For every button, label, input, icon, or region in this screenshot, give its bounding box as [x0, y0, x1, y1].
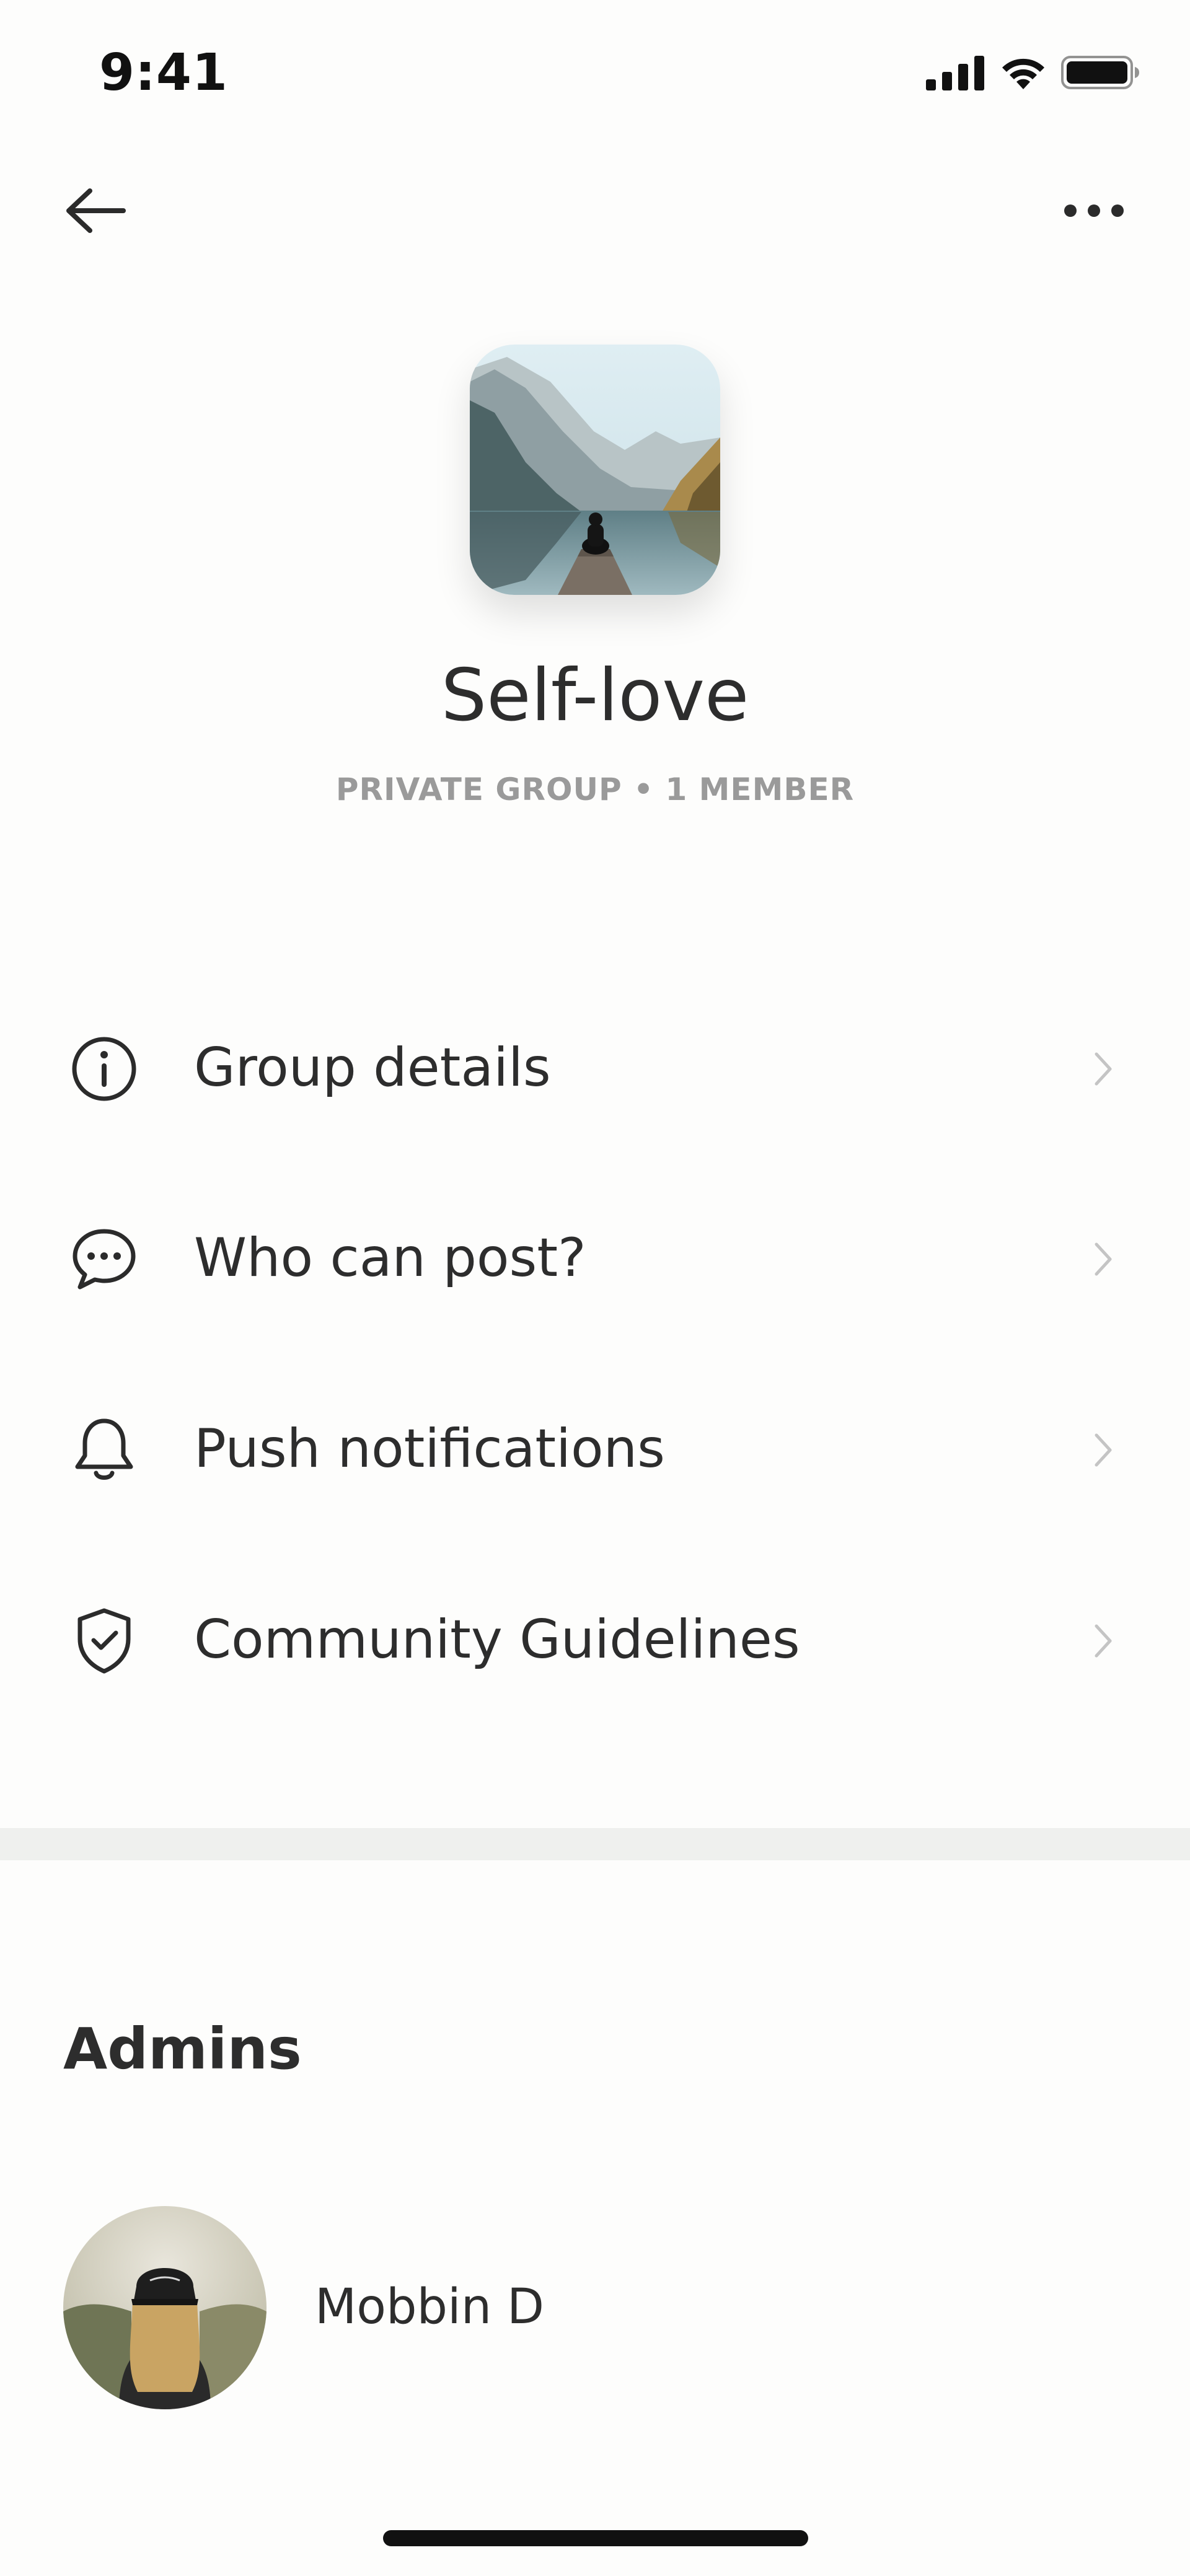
more-horizontal-icon — [1064, 204, 1124, 217]
admins-heading: Admins — [63, 2016, 302, 2082]
menu-item-label: Community Guidelines — [194, 1609, 800, 1671]
admin-list-item[interactable]: Mobbin D — [0, 2206, 1190, 2411]
status-time: 9:41 — [99, 43, 228, 102]
admin-name: Mobbin D — [315, 2279, 545, 2335]
menu-item-push-notifications[interactable]: Push notifications — [0, 1357, 1190, 1543]
chevron-right-icon — [1085, 1044, 1122, 1094]
group-cover-image — [470, 345, 720, 595]
bell-icon — [67, 1413, 141, 1487]
group-title: Self-love — [441, 654, 749, 737]
chat-bubble-icon — [67, 1222, 141, 1296]
section-divider — [0, 1828, 1190, 1860]
home-indicator[interactable] — [383, 2530, 808, 2546]
menu-item-label: Push notifications — [194, 1418, 665, 1480]
menu-item-community-guidelines[interactable]: Community Guidelines — [0, 1548, 1190, 1734]
shield-check-icon — [67, 1604, 141, 1678]
chevron-right-icon — [1085, 1234, 1122, 1284]
status-icons — [926, 55, 1140, 90]
chevron-right-icon — [1085, 1616, 1122, 1666]
menu-item-label: Group details — [194, 1037, 551, 1099]
back-button[interactable] — [59, 177, 133, 245]
menu-item-who-can-post[interactable]: Who can post? — [0, 1166, 1190, 1352]
more-options-button[interactable] — [1057, 180, 1131, 242]
battery-icon — [1061, 56, 1139, 89]
avatar — [63, 2206, 267, 2409]
chevron-right-icon — [1085, 1425, 1122, 1475]
info-icon — [67, 1032, 141, 1106]
arrow-left-icon — [66, 188, 126, 233]
menu-item-group-details[interactable]: Group details — [0, 976, 1190, 1162]
menu-item-label: Who can post? — [194, 1227, 586, 1289]
wifi-icon — [1002, 58, 1044, 89]
group-subtitle: PRIVATE GROUP • 1 MEMBER — [335, 771, 855, 807]
cellular-signal-icon — [926, 56, 984, 90]
